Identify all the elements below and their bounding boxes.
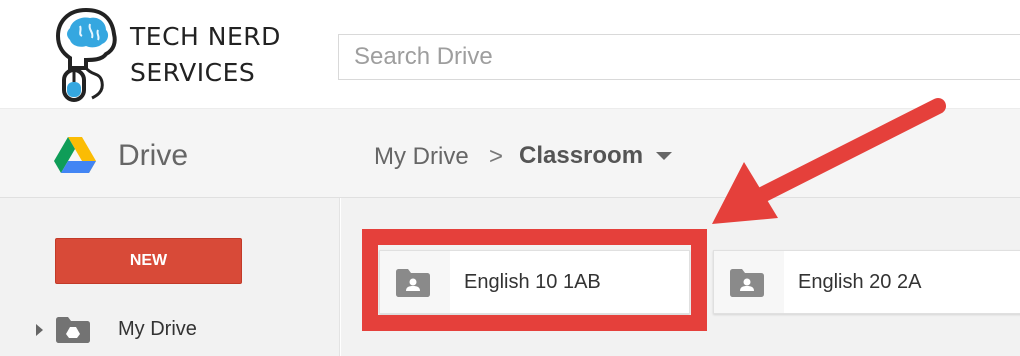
- breadcrumb-current-folder[interactable]: Classroom: [519, 142, 643, 170]
- shared-folder-icon: [730, 269, 764, 297]
- folder-icon-area: [714, 251, 784, 313]
- expand-arrow-icon[interactable]: [36, 324, 43, 336]
- red-arrow-annotation-icon: [712, 98, 946, 224]
- highlight-box-annotation: [362, 229, 707, 331]
- folder-name: English 20 2A: [798, 271, 922, 293]
- breadcrumb-separator-icon: >: [489, 143, 504, 170]
- top-bar: TECH NERD SERVICES: [0, 0, 1020, 108]
- breadcrumb-my-drive[interactable]: My Drive: [374, 143, 469, 171]
- brand-name-line-1: TECH NERD: [130, 22, 281, 51]
- shared-drive-folder-icon: [56, 317, 90, 343]
- sidebar: NEW My Drive: [0, 198, 340, 356]
- drive-title[interactable]: Drive: [118, 139, 188, 173]
- search-box[interactable]: [338, 34, 1020, 80]
- head-mouse-logo-icon: [55, 7, 117, 102]
- search-input[interactable]: [339, 35, 1020, 79]
- folder-card-english-20-2a[interactable]: English 20 2A: [713, 250, 1020, 314]
- google-drive-icon[interactable]: [54, 137, 96, 173]
- brand-name-line-2: SERVICES: [130, 58, 256, 87]
- new-button[interactable]: NEW: [55, 238, 242, 284]
- dropdown-caret-icon[interactable]: [656, 152, 672, 160]
- sidebar-item-my-drive[interactable]: My Drive: [118, 318, 197, 341]
